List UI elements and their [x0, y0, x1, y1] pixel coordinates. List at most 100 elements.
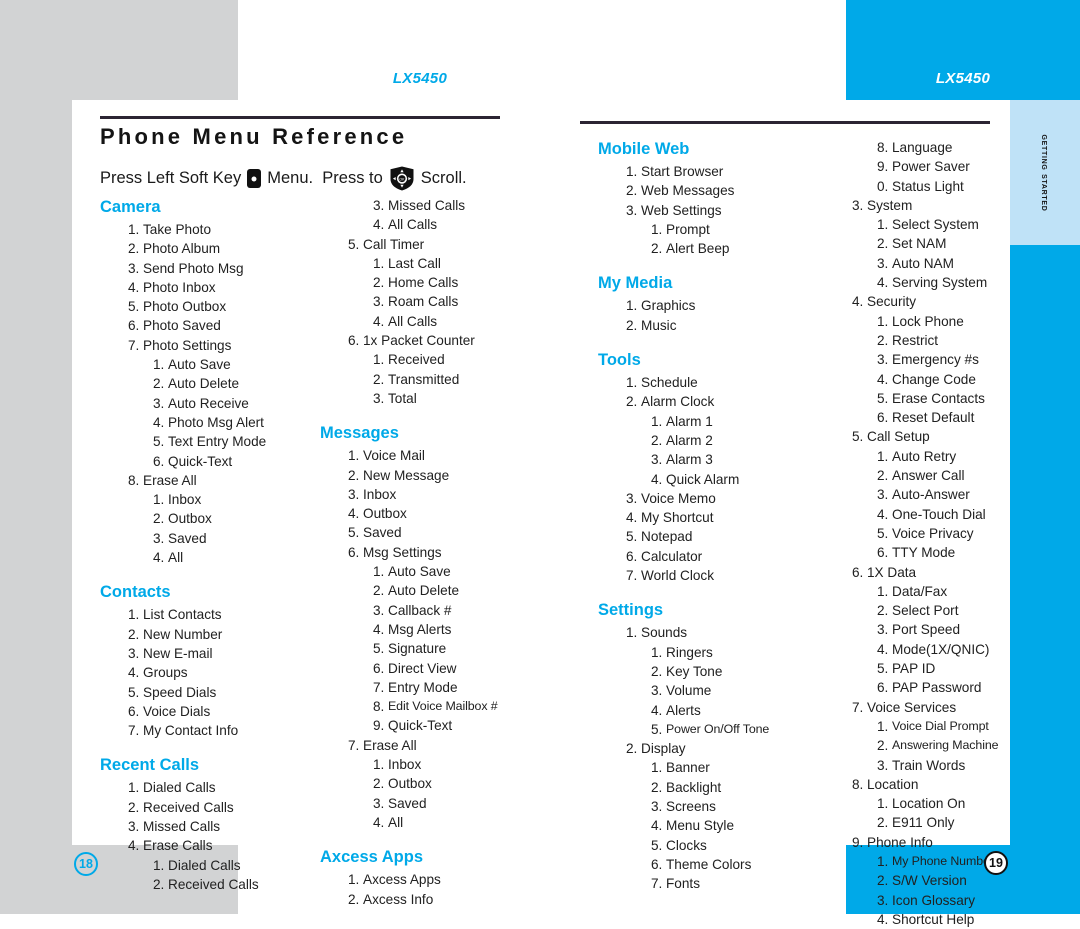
menu-item-label: Erase All [363, 737, 417, 753]
menu-item-number: 3. [626, 490, 638, 506]
menu-item: 3. Alarm 3 [598, 450, 803, 469]
menu-item-number: 3. [626, 202, 638, 218]
menu-item-label: Quick-Text [388, 718, 453, 734]
menu-item-label: Fonts [666, 876, 700, 892]
menu-item-label: Sounds [641, 625, 688, 641]
page-number-right: 19 [984, 851, 1008, 875]
menu-item: 6. Calculator [598, 547, 803, 566]
menu-item: 7. Entry Mode [320, 678, 500, 697]
menu-item: 2. Home Calls [320, 273, 500, 292]
menu-item: 4. Erase Calls [100, 836, 270, 855]
menu-item: 3. Total [320, 389, 500, 408]
menu-item-number: 2. [877, 815, 889, 831]
menu-item: 4. Change Code [824, 370, 1014, 389]
menu-item-label: Set NAM [892, 236, 947, 252]
menu-item: 4. Msg Alerts [320, 620, 500, 639]
menu-item-number: 4. [877, 506, 889, 522]
menu-item-label: Auto Retry [892, 448, 957, 464]
menu-item: 4. Quick Alarm [598, 470, 803, 489]
menu-item-label: Status Light [892, 178, 964, 194]
menu-item-number: 8. [852, 776, 864, 792]
menu-item: 2. Auto Delete [100, 374, 270, 393]
menu-item: 5. Call Setup [824, 427, 1014, 446]
menu-item: 3. Roam Calls [320, 292, 500, 311]
menu-item: 6. PAP Password [824, 678, 1014, 697]
menu-item: 4. All Calls [320, 215, 500, 234]
menu-item-number: 3. [348, 486, 360, 502]
menu-item: 4. Mode(1X/QNIC) [824, 640, 1014, 659]
menu-item-label: Auto Save [388, 564, 451, 580]
menu-item: 5. PAP ID [824, 659, 1014, 678]
decorative-gray-block-top [0, 0, 238, 100]
menu-item-number: 5. [626, 529, 638, 545]
menu-item-label: Missed Calls [143, 819, 221, 835]
menu-item-number: 5. [348, 525, 360, 541]
menu-item-label: Answer Call [892, 468, 965, 484]
menu-item: 3. Port Speed [824, 620, 1014, 639]
menu-item-number: 1. [153, 857, 165, 873]
menu-item: 5. Saved [320, 523, 500, 542]
menu-item-label: S/W Version [892, 873, 967, 889]
menu-item-number: 4. [877, 371, 889, 387]
menu-item-label: Volume [666, 683, 712, 699]
menu-item: 2. Key Tone [598, 662, 803, 681]
navigation-pad-icon: OK [389, 166, 415, 191]
menu-item-number: 6. [128, 318, 140, 334]
menu-item-number: 1. [877, 796, 889, 812]
menu-item-number: 0. [877, 178, 889, 194]
menu-item-label: Select System [892, 217, 979, 233]
menu-item-label: Quick Alarm [666, 471, 740, 487]
menu-item: 2. Answering Machine [824, 736, 1014, 755]
menu-item: 6. 1x Packet Counter [320, 331, 500, 350]
menu-item-number: 3. [153, 395, 165, 411]
menu-item: 1. Graphics [598, 296, 803, 315]
decorative-cyan-block-right [1010, 245, 1080, 845]
menu-item: 6. Theme Colors [598, 855, 803, 874]
divider-rule-left [100, 116, 500, 119]
menu-item-number: 6. [877, 680, 889, 696]
menu-item: 5. Text Entry Mode [100, 432, 270, 451]
menu-item-label: Outbox [168, 511, 212, 527]
menu-item-number: 5. [877, 390, 889, 406]
menu-item: 1. Axcess Apps [320, 870, 500, 889]
menu-item-label: Location [867, 776, 919, 792]
menu-item: 4. Photo Msg Alert [100, 413, 270, 432]
menu-item-number: 2. [153, 511, 165, 527]
menu-item-number: 1. [128, 780, 140, 796]
menu-column-d: 8. Language 9. Power Saver 0. Status Light 3. S… [824, 138, 1014, 929]
menu-item-number: 2. [348, 467, 360, 483]
menu-item-label: Location On [892, 796, 966, 812]
menu-item-label: Train Words [892, 757, 966, 773]
menu-item-label: Auto Receive [168, 395, 249, 411]
menu-item-label: Alerts [666, 702, 701, 718]
menu-item-label: One-Touch Dial [892, 506, 986, 522]
menu-item: 6. TTY Mode [824, 543, 1014, 562]
menu-item-number: 2. [877, 603, 889, 619]
menu-item: 6. Photo Saved [100, 316, 270, 335]
menu-item: 5. Power On/Off Tone [598, 720, 803, 739]
section-tab-getting-started[interactable]: Getting Started [1010, 100, 1080, 245]
menu-item-label: Axcess Apps [363, 872, 441, 888]
menu-item: 9. Power Saver [824, 157, 1014, 176]
menu-item-number: 3. [877, 757, 889, 773]
menu-item-label: Icon Glossary [892, 892, 976, 908]
menu-item-number: 1. [877, 853, 889, 869]
menu-item-number: 6. [153, 453, 165, 469]
menu-item: 2. Received Calls [100, 875, 270, 894]
menu-item: 0. Status Light [824, 177, 1014, 196]
menu-item: 5. Photo Outbox [100, 297, 270, 316]
menu-item-number: 1. [373, 757, 385, 773]
menu-item-number: 2. [348, 891, 360, 907]
menu-item-number: 1. [626, 375, 638, 391]
menu-item: 1. Alarm 1 [598, 412, 803, 431]
menu-item-number: 3. [877, 255, 889, 271]
menu-section-heading: Tools [598, 351, 641, 370]
menu-item: 2. Photo Album [100, 239, 270, 258]
menu-item-number: 2. [877, 873, 889, 889]
menu-item-number: 3. [373, 294, 385, 310]
menu-item-label: 1X Data [867, 564, 917, 580]
menu-item: 3. Callback # [320, 601, 500, 620]
menu-item-label: Axcess Info [363, 891, 434, 907]
menu-item-label: All [168, 550, 184, 566]
menu-item-label: My Shortcut [641, 510, 714, 526]
